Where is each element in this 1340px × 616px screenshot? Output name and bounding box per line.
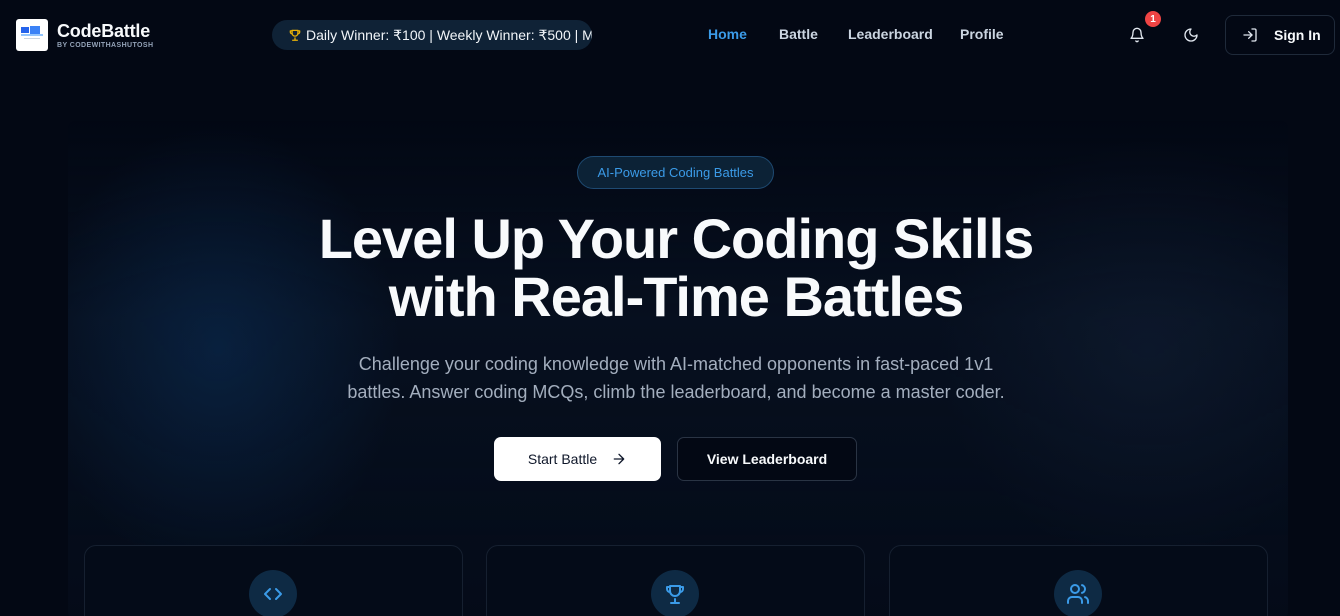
nav-profile[interactable]: Profile	[960, 26, 1004, 42]
hero-title-line2: with Real-Time Battles	[388, 265, 964, 328]
hero-title-line1: Level Up Your Coding Skills	[318, 207, 1035, 270]
hero-badge: AI-Powered Coding Battles	[577, 156, 774, 189]
sign-in-label: Sign In	[1274, 27, 1321, 43]
ticker-text: Daily Winner: ₹100 | Weekly Winner: ₹500…	[306, 26, 592, 43]
arrow-right-icon	[613, 453, 625, 465]
feature-card-users	[889, 545, 1268, 616]
start-battle-button[interactable]: Start Battle	[494, 437, 661, 481]
nav-home[interactable]: Home	[708, 26, 747, 42]
trophy-icon	[288, 28, 302, 42]
brand-title[interactable]: CodeBattle	[57, 21, 150, 42]
prize-ticker: Daily Winner: ₹100 | Weekly Winner: ₹500…	[272, 20, 592, 50]
hero-subtitle: Challenge your coding knowledge with AI-…	[300, 350, 1052, 406]
bell-icon[interactable]	[1125, 23, 1149, 47]
hero-subtitle-line2: battles. Answer coding MCQs, climb the l…	[347, 382, 1005, 402]
view-leaderboard-label: View Leaderboard	[706, 451, 828, 467]
users-icon	[1054, 570, 1102, 616]
trophy-icon	[651, 570, 699, 616]
nav-battle[interactable]: Battle	[779, 26, 818, 42]
feature-card-code	[84, 545, 463, 616]
sign-in-button[interactable]: Sign In	[1225, 15, 1335, 55]
view-leaderboard-button[interactable]: View Leaderboard	[677, 437, 857, 481]
code-icon	[249, 570, 297, 616]
top-navbar: CodeBattle BY CODEWITHASHUTOSH Daily Win…	[0, 0, 1340, 70]
brand-subtitle: BY CODEWITHASHUTOSH	[57, 42, 154, 49]
hero-subtitle-line1: Challenge your coding knowledge with AI-…	[358, 354, 994, 374]
nav-leaderboard[interactable]: Leaderboard	[848, 26, 933, 42]
feature-card-trophy	[486, 545, 865, 616]
log-in-icon	[1243, 28, 1257, 42]
start-battle-label: Start Battle	[527, 451, 598, 467]
hero-title: Level Up Your Coding Skills with Real-Ti…	[200, 210, 1152, 326]
notification-count-badge: 1	[1145, 11, 1161, 27]
moon-icon[interactable]	[1179, 23, 1203, 47]
logo-icon[interactable]	[16, 19, 48, 51]
